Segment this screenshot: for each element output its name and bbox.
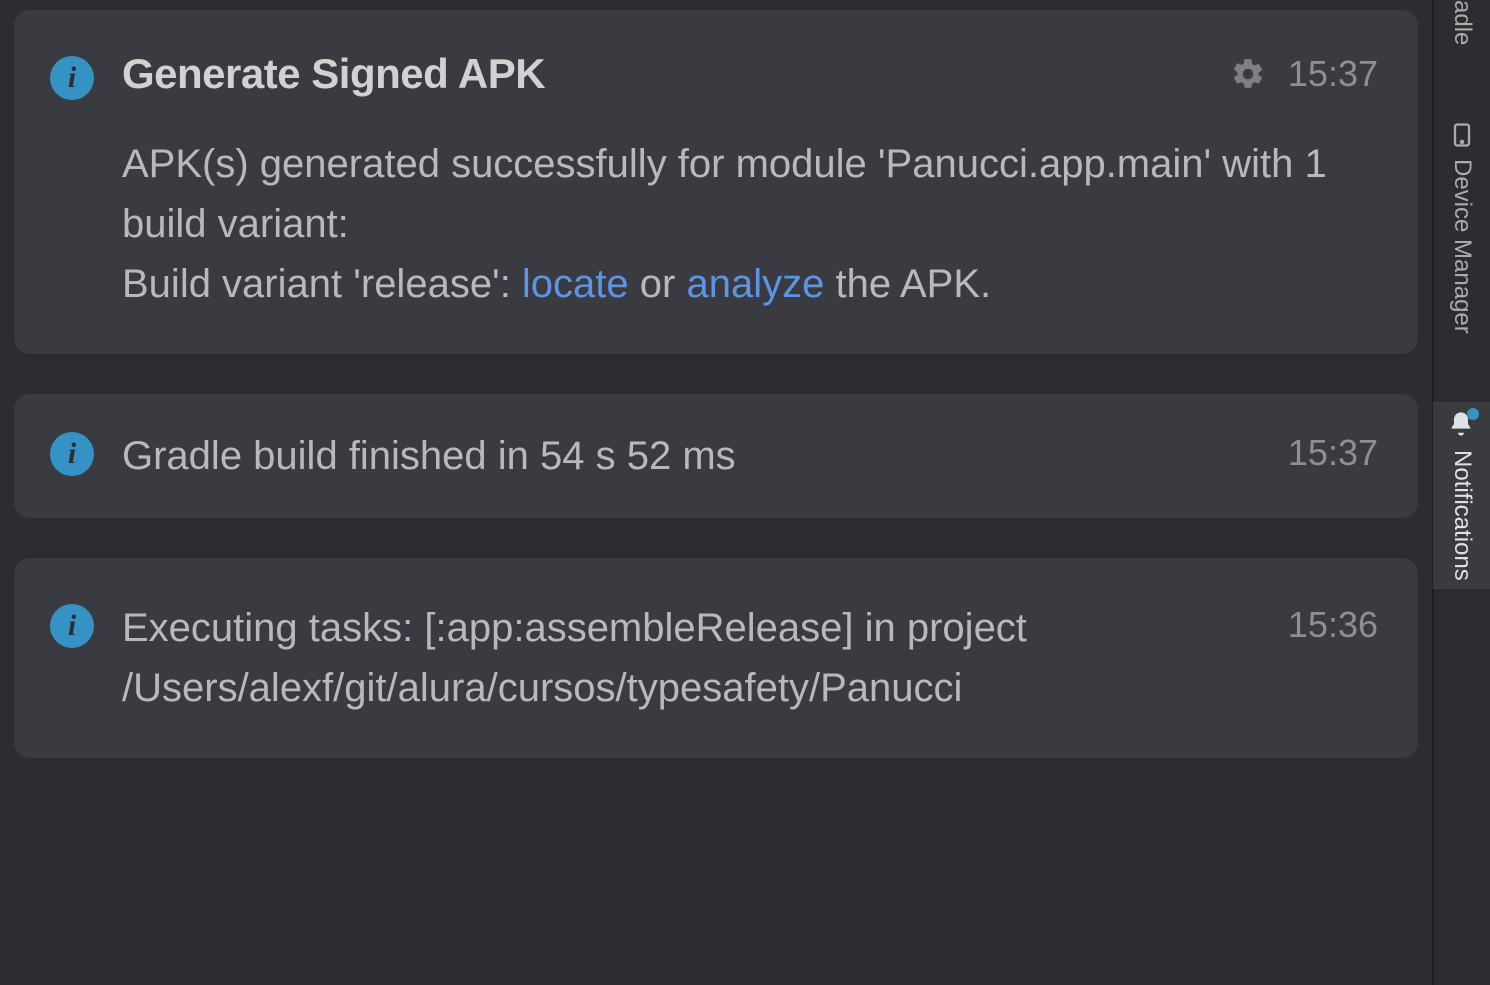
device-icon [1448, 121, 1476, 149]
tab-label: adle [1448, 0, 1476, 45]
notification-message: Gradle build finished in 54 s 52 ms [122, 426, 1268, 486]
notifications-panel: i Generate Signed APK 15:37 APK(s) gener… [0, 0, 1432, 985]
analyze-link[interactable]: analyze [686, 262, 824, 306]
notification-time: 15:37 [1288, 53, 1378, 95]
notification-message: APK(s) generated successfully for module… [122, 134, 1378, 314]
notification-body: Generate Signed APK 15:37 APK(s) generat… [122, 50, 1378, 314]
sidebar-tab-device-manager[interactable]: Device Manager [1434, 113, 1490, 342]
locate-link[interactable]: locate [522, 262, 629, 306]
notification-card: i Generate Signed APK 15:37 APK(s) gener… [14, 10, 1418, 354]
notification-body: Executing tasks: [:app:assembleRelease] … [122, 598, 1378, 718]
notification-message: Executing tasks: [:app:assembleRelease] … [122, 598, 1268, 718]
notification-icon-col: i [50, 50, 94, 100]
info-icon: i [50, 604, 94, 648]
right-sidebar: adle Device Manager Notifications [1432, 0, 1490, 985]
info-icon: i [50, 432, 94, 476]
notification-icon-col: i [50, 598, 94, 648]
notification-title: Generate Signed APK [122, 50, 1208, 98]
tab-label: Notifications [1448, 450, 1476, 581]
notification-icon-col: i [50, 426, 94, 476]
sidebar-tab-notifications[interactable]: Notifications [1433, 402, 1490, 589]
notification-header: Executing tasks: [:app:assembleRelease] … [122, 598, 1378, 718]
message-text: or [629, 262, 687, 306]
tab-label: Device Manager [1448, 159, 1476, 334]
bell-icon [1447, 410, 1477, 440]
notification-header: Generate Signed APK 15:37 [122, 50, 1378, 98]
notification-card: i Gradle build finished in 54 s 52 ms 15… [14, 394, 1418, 518]
message-text: the APK. [824, 262, 991, 306]
notification-card: i Executing tasks: [:app:assembleRelease… [14, 558, 1418, 758]
notification-body: Gradle build finished in 54 s 52 ms 15:3… [122, 426, 1378, 486]
gear-icon[interactable] [1228, 54, 1268, 94]
sidebar-tab-gradle[interactable]: adle [1434, 0, 1490, 53]
info-icon: i [50, 56, 94, 100]
notification-time: 15:36 [1288, 598, 1378, 646]
notification-time: 15:37 [1288, 426, 1378, 474]
notification-dot [1467, 408, 1479, 420]
notification-header: Gradle build finished in 54 s 52 ms 15:3… [122, 426, 1378, 486]
